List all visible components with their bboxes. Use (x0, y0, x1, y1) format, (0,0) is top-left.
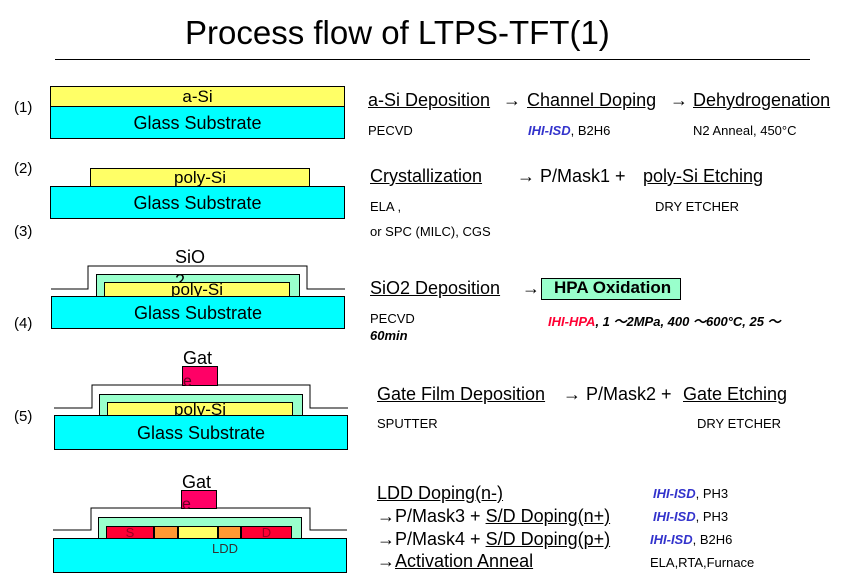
layer-label: Glass Substrate (136, 423, 266, 443)
gate-label-suffix: e (183, 373, 192, 390)
arrow: → (503, 90, 521, 110)
step-a-si-deposition: a-Si Deposition (368, 90, 491, 110)
brand-text: IHI-ISD (650, 532, 693, 547)
step-sd-doping-p: →P/Mask4 + S/D Doping(p+) (377, 529, 610, 550)
poly-si-layer: poly-Si (104, 281, 290, 298)
method-text: ELA,RTA,Furnace (650, 555, 755, 570)
step-dehydrogenation: Dehydrogenation (693, 90, 831, 110)
glass-substrate: Glass Substrate (51, 296, 345, 329)
method-text: IHI-ISD, PH3 (653, 486, 728, 501)
hpa-conditions: IHI-HPA, 1 ～2MPa, 400 ～600°C, 25 ～ (548, 311, 781, 330)
method-text: DRY ETCHER (655, 199, 740, 214)
method-text: PECVD (368, 123, 413, 138)
poly-si-layer: poly-Si (107, 401, 293, 418)
method-text: DRY ETCHER (697, 416, 782, 431)
glass-substrate (53, 538, 347, 573)
step-crystallization: Crystallization (370, 166, 483, 186)
step-hpa-oxidation: HPA Oxidation (554, 278, 672, 297)
glass-substrate: Glass Substrate (54, 415, 348, 450)
arrow: → (377, 551, 395, 571)
arrow: → (670, 90, 688, 110)
mask-step: → P/Mask2 + (563, 384, 672, 404)
brand-text: IHI-ISD (653, 486, 696, 501)
brand-text: IHI-ISD (528, 123, 571, 138)
step-activation-anneal: →Activation Anneal (377, 551, 533, 572)
gate-label-suffix: e (182, 496, 191, 513)
step-poly-si-etching: poly-Si Etching (643, 166, 764, 186)
step-ldd-doping: LDD Doping(n-) (377, 483, 504, 503)
method-detail: , PH3 (695, 509, 729, 524)
method-text: ELA , (370, 199, 402, 214)
method-text: IHI-ISD, PH3 (653, 509, 728, 524)
step-gate-etching: Gate Etching (683, 384, 788, 404)
step-sio2-deposition: SiO2 Deposition (370, 278, 501, 298)
condition-text: , 1 ～2MPa, 400 ～600°C, 25 ～ (595, 314, 781, 329)
step-label-text: S/D Doping(n+) (485, 506, 611, 526)
step-sd-doping-n: →P/Mask3 + S/D Doping(n+) (377, 506, 610, 527)
hpa-conditions-cont: 60min (370, 328, 408, 343)
method-text: N2 Anneal, 450°C (693, 123, 797, 138)
mask-step: →P/Mask4 + (377, 529, 481, 549)
step-label-text: Activation Anneal (395, 551, 534, 571)
method-text: IHI-ISD, B2H6 (528, 123, 610, 138)
arrow: → (522, 278, 540, 298)
step-label-text: S/D Doping(p+) (485, 529, 611, 549)
method-text: SPUTTER (377, 416, 438, 431)
layer-label: Glass Substrate (133, 303, 263, 323)
method-detail: , B2H6 (570, 123, 611, 138)
mask-step: → P/Mask1 + (517, 166, 626, 186)
method-text: PECVD (370, 311, 415, 326)
brand-text: IHI-HPA (548, 314, 596, 329)
method-text: IHI-ISD, B2H6 (650, 532, 732, 547)
method-detail: , PH3 (695, 486, 729, 501)
step-channel-doping: Channel Doping (527, 90, 657, 110)
ldd-label: LDD (212, 541, 239, 556)
method-text: or SPC (MILC), CGS (370, 224, 491, 239)
mask-step: →P/Mask3 + (377, 506, 481, 526)
brand-text: IHI-ISD (653, 509, 696, 524)
step-gate-film-deposition: Gate Film Deposition (377, 384, 546, 404)
method-detail: , B2H6 (692, 532, 733, 547)
sio2-label: SiO (175, 247, 206, 267)
